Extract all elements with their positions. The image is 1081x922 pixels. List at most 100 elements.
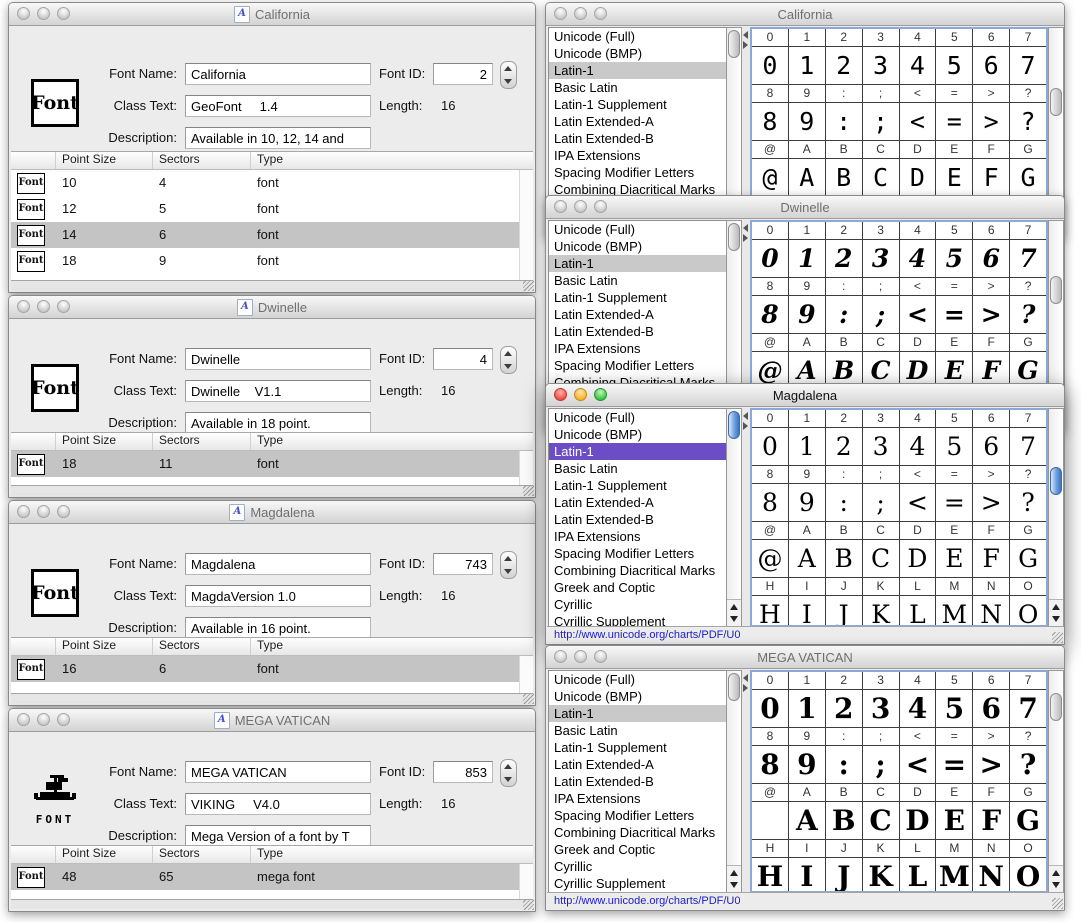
glyph-cell[interactable]: > [973, 746, 1011, 783]
unicode-block-item[interactable]: IPA Extensions [549, 147, 726, 164]
unicode-block-item[interactable]: IPA Extensions [549, 790, 726, 807]
resize-grip[interactable] [1052, 898, 1063, 909]
glyph-cell[interactable]: F [973, 802, 1011, 839]
font-name-input[interactable] [185, 63, 371, 85]
stepper-up-icon[interactable] [504, 351, 512, 356]
glyph-cell[interactable]: ? [1010, 103, 1046, 140]
stepper-up-icon[interactable] [504, 66, 512, 71]
unicode-block-item[interactable]: Combining Diacritical Marks [549, 562, 726, 579]
font-id-stepper[interactable] [500, 61, 517, 89]
glyph-cell[interactable]: J [826, 858, 863, 891]
unicode-block-item[interactable]: Latin-1 Supplement [549, 96, 726, 113]
font-id-stepper[interactable] [500, 551, 517, 579]
glyph-cell[interactable]: J [826, 596, 863, 625]
glyph-cell[interactable]: H [752, 858, 789, 891]
resize-grip[interactable] [523, 693, 534, 704]
unicode-block-item[interactable]: Cyrillic [549, 858, 726, 875]
unicode-block-item[interactable]: Latin-1 Supplement [549, 739, 726, 756]
glyph-cell[interactable]: 5 [936, 428, 974, 465]
font-name-input[interactable] [185, 553, 371, 575]
unicode-block-item[interactable]: Latin Extended-A [549, 113, 726, 130]
stepper-down-icon[interactable] [504, 569, 512, 574]
glyph-cell[interactable]: 9 [789, 296, 826, 333]
glyph-cell[interactable]: 9 [789, 103, 826, 140]
glyph-cell[interactable]: ? [1010, 746, 1046, 783]
scrollbar-thumb[interactable] [1050, 88, 1062, 116]
collapse-right-icon[interactable] [743, 684, 748, 692]
glyph-cell[interactable]: L [900, 858, 937, 891]
unicode-block-item[interactable]: Latin-1 [549, 62, 726, 79]
glyph-cell[interactable]: < [900, 103, 937, 140]
glyph-cell[interactable]: 3 [863, 690, 900, 727]
glyph-cell[interactable]: B [826, 540, 863, 577]
glyph-cell[interactable]: 3 [863, 47, 900, 84]
glyph-cell[interactable]: F [973, 540, 1011, 577]
unicode-block-item[interactable]: Latin Extended-B [549, 323, 726, 340]
class-text-input[interactable] [185, 793, 371, 815]
stepper-up-icon[interactable] [504, 764, 512, 769]
scroll-up-icon[interactable] [730, 604, 738, 610]
unicode-block-item[interactable]: Unicode (BMP) [549, 426, 726, 443]
glyph-cell[interactable]: @ [752, 159, 789, 196]
font-name-input[interactable] [185, 761, 371, 783]
glyph-cell[interactable]: C [863, 540, 900, 577]
col-sectors[interactable]: Sectors [153, 638, 251, 655]
glyph-cell[interactable]: 2 [826, 690, 863, 727]
glyph-cell[interactable]: N [973, 596, 1011, 625]
glyph-cell[interactable]: 7 [1010, 428, 1046, 465]
unicode-block-item[interactable]: Latin Extended-B [549, 130, 726, 147]
glyph-cell[interactable]: 6 [973, 690, 1011, 727]
glyph-cell[interactable]: I [789, 596, 826, 625]
col-type[interactable]: Type [251, 433, 533, 450]
unicode-block-item[interactable]: Cyrillic Supplement [549, 875, 726, 892]
titlebar[interactable]: Dwinelle [546, 196, 1064, 219]
glyph-cell[interactable]: C [863, 159, 900, 196]
glyph-cell[interactable]: G [1010, 159, 1046, 196]
unicode-block-item[interactable]: Latin-1 [549, 705, 726, 722]
glyph-cell[interactable]: = [936, 296, 974, 333]
glyph-cell[interactable]: 3 [863, 240, 900, 277]
font-name-input[interactable] [185, 348, 371, 370]
glyph-cell[interactable]: 7 [1010, 47, 1046, 84]
unicode-block-item[interactable]: Greek and Coptic [549, 579, 726, 596]
unicode-block-item[interactable]: Latin Extended-B [549, 773, 726, 790]
unicode-chart-link[interactable]: http://www.unicode.org/charts/PDF/U0 [554, 629, 740, 641]
font-id-input[interactable] [433, 63, 493, 85]
glyph-cell[interactable]: 8 [752, 103, 789, 140]
col-sectors[interactable]: Sectors [153, 846, 251, 863]
unicode-block-item[interactable]: Greek and Coptic [549, 841, 726, 858]
unicode-block-item[interactable]: Latin-1 Supplement [549, 289, 726, 306]
titlebar[interactable]: A MEGA VATICAN [9, 709, 535, 732]
unicode-block-item[interactable]: Unicode (BMP) [549, 238, 726, 255]
glyph-cell[interactable]: L [900, 596, 937, 625]
glyph-cell[interactable]: D [900, 802, 937, 839]
table-scrollbar[interactable] [519, 864, 533, 899]
unicode-block-item[interactable]: Unicode (Full) [549, 28, 726, 45]
unicode-block-item[interactable]: IPA Extensions [549, 340, 726, 357]
glyph-cell[interactable]: 4 [900, 240, 937, 277]
glyph-cell[interactable]: = [936, 746, 974, 783]
glyph-cell[interactable]: > [973, 484, 1011, 521]
glyph-cell[interactable]: : [826, 103, 863, 140]
table-row[interactable]: Font 48 65 mega font [11, 864, 520, 890]
table-row[interactable]: Font 18 9 font [11, 248, 520, 274]
glyph-cell[interactable]: F [973, 159, 1011, 196]
stepper-up-icon[interactable] [504, 556, 512, 561]
scroll-down-icon[interactable] [730, 616, 738, 622]
col-sectors[interactable]: Sectors [153, 433, 251, 450]
table-scrollbar[interactable] [519, 656, 533, 693]
font-id-stepper[interactable] [500, 346, 517, 374]
titlebar[interactable]: A Magdalena [9, 501, 535, 524]
collapse-left-icon[interactable] [743, 224, 748, 232]
glyph-cell[interactable]: 4 [900, 690, 937, 727]
scrollbar-thumb[interactable] [728, 673, 740, 701]
scroll-up-icon[interactable] [730, 870, 738, 876]
glyph-cell[interactable]: 6 [973, 240, 1011, 277]
collapse-right-icon[interactable] [743, 41, 748, 49]
unicode-block-item[interactable]: Latin Extended-B [549, 511, 726, 528]
glyph-cell[interactable]: 0 [752, 428, 789, 465]
glyph-cell[interactable]: > [973, 103, 1011, 140]
glyph-cell[interactable]: : [826, 484, 863, 521]
glyph-cell[interactable]: 4 [900, 428, 937, 465]
glyph-cell[interactable]: = [936, 484, 974, 521]
